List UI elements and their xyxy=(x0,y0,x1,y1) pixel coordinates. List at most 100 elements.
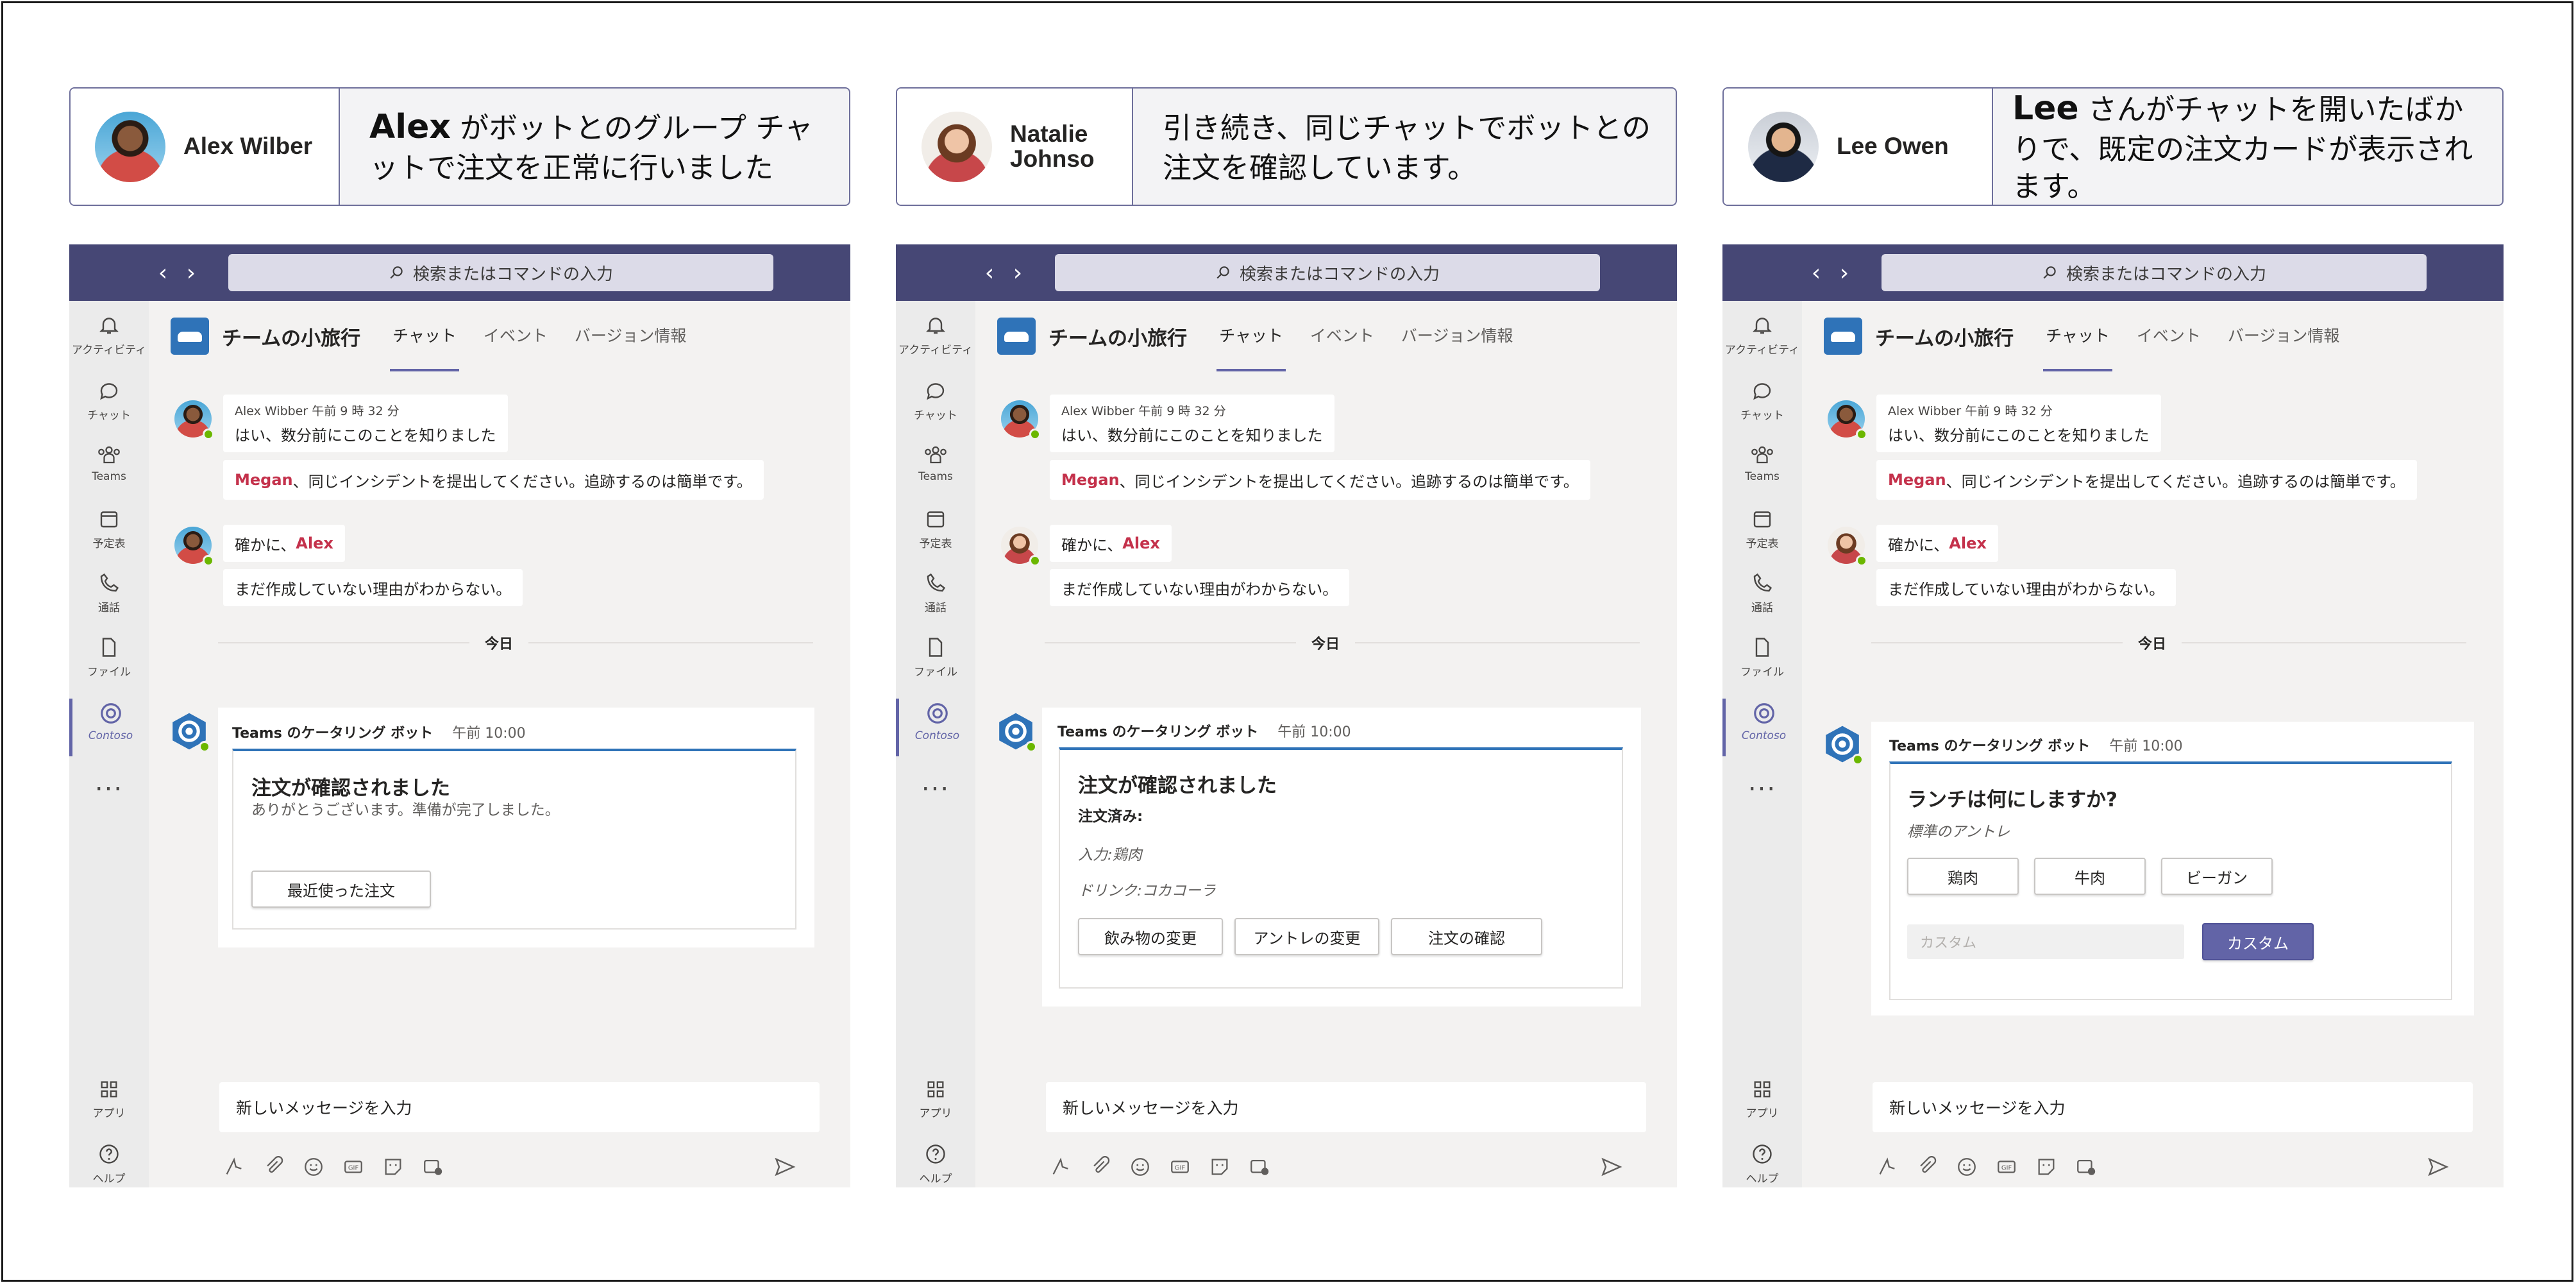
rail-item-help[interactable]: ヘルプ xyxy=(69,1143,149,1185)
send-icon[interactable] xyxy=(2427,1155,2450,1178)
rail-item-chat[interactable]: チャット xyxy=(896,379,975,422)
rail-item-help[interactable]: ヘルプ xyxy=(896,1143,975,1185)
tab-about[interactable]: バージョン情報 xyxy=(575,301,687,371)
rail-item-files[interactable]: ファイル xyxy=(69,636,149,679)
rail-item-more[interactable]: ... xyxy=(896,769,975,795)
meeting-icon[interactable] xyxy=(2075,1156,2097,1178)
emoji-icon[interactable] xyxy=(1129,1156,1151,1178)
forward-button[interactable]: › xyxy=(180,260,203,286)
today-label: 今日 xyxy=(1296,633,1356,653)
mention[interactable]: Megan xyxy=(1888,471,1946,489)
custom-entree-input[interactable]: カスタム xyxy=(1907,924,2184,959)
back-button[interactable]: ‹ xyxy=(978,260,1001,286)
sticker-icon[interactable] xyxy=(1209,1156,1231,1178)
rail-item-activity[interactable]: アクティビティ xyxy=(69,314,149,357)
rail-item-teams[interactable]: Teams xyxy=(69,443,149,483)
tab-events[interactable]: イベント xyxy=(484,301,548,371)
recent-order-button[interactable]: 最近使った注文 xyxy=(251,871,431,908)
tab-events[interactable]: イベント xyxy=(1310,301,1374,371)
rail-item-chat[interactable]: チャット xyxy=(69,379,149,422)
confirm-order-button[interactable]: 注文の確認 xyxy=(1391,918,1542,955)
rail-item-calls[interactable]: 通話 xyxy=(69,572,149,615)
rail-item-contoso[interactable]: Contoso xyxy=(1722,699,1802,756)
rail-item-calendar[interactable]: 予定表 xyxy=(896,507,975,550)
send-icon[interactable] xyxy=(773,1155,796,1178)
emoji-icon[interactable] xyxy=(303,1156,324,1178)
rail-item-more[interactable]: ... xyxy=(1722,767,1802,797)
rail-item-contoso[interactable]: Contoso xyxy=(69,699,149,756)
rail-item-calendar[interactable]: 予定表 xyxy=(1722,507,1802,550)
tab-chat[interactable]: チャット xyxy=(390,301,459,371)
rail-item-activity[interactable]: アクティビティ xyxy=(896,314,975,357)
bot-name: Teams のケータリング ボット xyxy=(1057,724,1259,740)
custom-submit-button[interactable]: カスタム xyxy=(2202,923,2314,960)
rail-label: ヘルプ xyxy=(1746,1173,1779,1185)
format-icon[interactable] xyxy=(223,1156,245,1178)
search-box[interactable]: 検索またはコマンドの入力 xyxy=(228,254,773,291)
sticker-icon[interactable] xyxy=(2035,1156,2057,1178)
mention[interactable]: Megan xyxy=(235,471,293,489)
rail-item-more[interactable]: ... xyxy=(69,769,149,795)
send-icon[interactable] xyxy=(1600,1155,1623,1178)
tab-about[interactable]: バージョン情報 xyxy=(2228,301,2340,371)
presence-badge xyxy=(203,429,214,440)
message-bubble: Megan 、同じインシデントを提出してください。追跡するのは簡単です。 xyxy=(223,460,764,500)
format-icon[interactable] xyxy=(1876,1156,1898,1178)
attach-icon[interactable] xyxy=(1090,1156,1111,1178)
change-drink-button[interactable]: 飲み物の変更 xyxy=(1078,918,1223,955)
rail-item-teams[interactable]: Teams xyxy=(1722,443,1802,483)
gif-icon[interactable]: GIF xyxy=(1169,1156,1191,1178)
meeting-icon[interactable] xyxy=(1249,1156,1270,1178)
rail-item-chat[interactable]: チャット xyxy=(1722,379,1802,422)
option-beef-button[interactable]: 牛肉 xyxy=(2034,858,2146,895)
meeting-icon[interactable] xyxy=(422,1156,444,1178)
tab-about[interactable]: バージョン情報 xyxy=(1401,301,1513,371)
compose-box[interactable]: 新しいメッセージを入力 xyxy=(1873,1082,2473,1132)
teams-icon xyxy=(98,446,120,464)
rail-item-calls[interactable]: 通話 xyxy=(1722,572,1802,615)
mention[interactable]: Alex xyxy=(1949,534,1987,552)
rail-item-calls[interactable]: 通話 xyxy=(896,572,975,615)
bell-icon xyxy=(99,318,119,334)
rail-item-teams[interactable]: Teams xyxy=(896,443,975,483)
rail-item-activity[interactable]: アクティビティ xyxy=(1722,314,1802,357)
search-box[interactable]: 検索またはコマンドの入力 xyxy=(1881,254,2427,291)
svg-text:GIF: GIF xyxy=(348,1164,359,1171)
gif-icon[interactable]: GIF xyxy=(1996,1156,2017,1178)
search-box[interactable]: 検索またはコマンドの入力 xyxy=(1055,254,1600,291)
rail-item-apps[interactable]: アプリ xyxy=(69,1078,149,1120)
change-entree-button[interactable]: アントレの変更 xyxy=(1234,918,1379,955)
compose-box[interactable]: 新しいメッセージを入力 xyxy=(219,1082,820,1132)
emoji-icon[interactable] xyxy=(1956,1156,1978,1178)
tab-chat[interactable]: チャット xyxy=(1216,301,1286,371)
rail-item-contoso[interactable]: Contoso xyxy=(896,699,975,756)
forward-button[interactable]: › xyxy=(1833,260,1856,286)
tab-chat[interactable]: チャット xyxy=(2043,301,2112,371)
user-badge: Natalie Johnso xyxy=(897,89,1133,205)
gif-icon[interactable]: GIF xyxy=(342,1156,364,1178)
sticker-icon[interactable] xyxy=(382,1156,404,1178)
attach-icon[interactable] xyxy=(263,1156,285,1178)
message-bubble: Alex Wibber 午前 9 時 32 分 はい、数分前にこのことを知りまし… xyxy=(1876,395,2161,452)
rail-item-calendar[interactable]: 予定表 xyxy=(69,507,149,550)
back-button[interactable]: ‹ xyxy=(1805,260,1828,286)
rail-item-help[interactable]: ヘルプ xyxy=(1722,1143,1802,1185)
rail-item-apps[interactable]: アプリ xyxy=(1722,1078,1802,1120)
option-vegan-button[interactable]: ビーガン xyxy=(2161,858,2273,895)
forward-button[interactable]: › xyxy=(1006,260,1029,286)
rail-item-files[interactable]: ファイル xyxy=(896,636,975,679)
format-icon[interactable] xyxy=(1050,1156,1072,1178)
more-icon: ... xyxy=(1747,767,1777,797)
user-badge: Alex Wilber xyxy=(71,89,340,205)
bot-message-header: Teams のケータリング ボット 午前 10:00 xyxy=(232,722,526,742)
option-chicken-button[interactable]: 鶏肉 xyxy=(1907,858,2019,895)
compose-box[interactable]: 新しいメッセージを入力 xyxy=(1046,1082,1646,1132)
mention[interactable]: Alex xyxy=(1122,534,1160,552)
tab-events[interactable]: イベント xyxy=(2137,301,2201,371)
attach-icon[interactable] xyxy=(1916,1156,1938,1178)
back-button[interactable]: ‹ xyxy=(151,260,174,286)
rail-item-apps[interactable]: アプリ xyxy=(896,1078,975,1120)
rail-item-files[interactable]: ファイル xyxy=(1722,636,1802,679)
mention[interactable]: Megan xyxy=(1061,471,1120,489)
mention[interactable]: Alex xyxy=(296,534,333,552)
